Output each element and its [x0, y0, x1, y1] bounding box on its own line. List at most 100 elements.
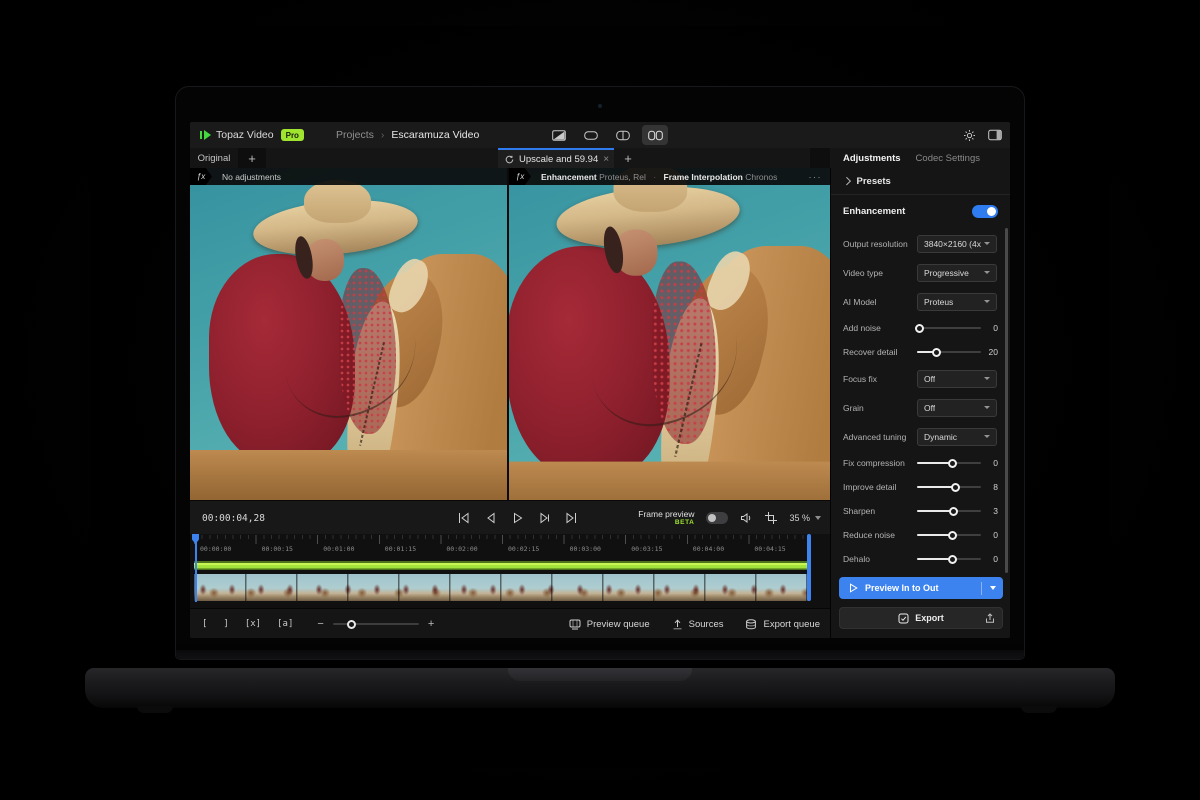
enhancement-toggle[interactable] — [972, 205, 998, 218]
grain-select[interactable]: Off — [917, 399, 997, 417]
slider-value: 3 — [993, 506, 998, 516]
export-queue-button[interactable]: Export queue — [745, 619, 820, 630]
recover-detail-slider[interactable] — [917, 351, 981, 353]
set-out-point-button[interactable]: ] — [223, 619, 228, 629]
improve-detail-slider[interactable] — [917, 486, 981, 488]
new-tab-button[interactable]: + — [242, 148, 262, 168]
frame-interp-tag-value: Chronos — [745, 172, 777, 182]
sources-button[interactable]: Sources — [672, 619, 724, 630]
timeline-zoom-slider[interactable] — [333, 623, 419, 625]
frame-forward-icon[interactable] — [537, 512, 551, 525]
tab-original[interactable]: Original — [190, 148, 238, 168]
more-options-icon[interactable]: ··· — [809, 172, 823, 182]
settings-gear-icon[interactable] — [963, 129, 976, 142]
dehalo-slider[interactable] — [917, 558, 981, 560]
slider-thumb[interactable] — [951, 483, 960, 492]
horse-chest-shape — [509, 462, 830, 500]
row-reduce-noise: Reduce noise0 — [831, 523, 1010, 547]
tab-adjustments[interactable]: Adjustments — [843, 153, 901, 164]
skip-to-end-icon[interactable] — [564, 512, 578, 525]
crop-icon[interactable] — [765, 512, 777, 524]
pro-badge: Pro — [281, 129, 304, 141]
set-in-point-button[interactable]: [ — [202, 619, 207, 629]
side-by-side-view-icon[interactable] — [642, 125, 668, 145]
share-up-icon[interactable] — [985, 613, 995, 624]
timeline[interactable]: 00:00:0000:00:1500:01:0000:01:1500:02:00… — [190, 534, 830, 608]
export-button[interactable]: Export — [839, 607, 1003, 629]
skip-to-start-icon[interactable] — [456, 512, 470, 525]
transport-right-cluster: Frame preview BETA 35 % — [638, 510, 821, 527]
preview-queue-button[interactable]: Preview queue — [569, 619, 650, 630]
filmstrip-thumbnails[interactable] — [194, 574, 810, 601]
label-dehalo: Dehalo — [843, 554, 917, 564]
label-reduce-noise: Reduce noise — [843, 530, 917, 540]
slider-thumb[interactable] — [948, 531, 957, 540]
select-value: 3840×2160 (4x ... — [924, 239, 982, 249]
frame-preview-toggle[interactable] — [706, 512, 728, 524]
zoom-level-dropdown[interactable]: 35 % — [789, 513, 821, 523]
preview-ready-bar — [194, 561, 810, 570]
queue-buttons: Preview queue Sources Expo — [569, 619, 820, 630]
slider-thumb[interactable] — [948, 555, 957, 564]
output-resolution-select[interactable]: 3840×2160 (4x ... — [917, 235, 997, 253]
play-icon[interactable] — [510, 512, 524, 525]
tick-label: 00:04:15 — [754, 545, 785, 553]
slider-thumb[interactable] — [915, 324, 924, 333]
desktop-background: Topaz Video Pro Projects › Escaramuza Vi… — [0, 0, 1200, 800]
breadcrumb: Projects › Escaramuza Video — [336, 129, 479, 141]
zoom-out-icon[interactable]: − — [317, 619, 323, 630]
add-noise-slider[interactable] — [917, 327, 981, 329]
row-output-resolution: Output resolution3840×2160 (4x ... — [831, 229, 1010, 258]
enhancement-tag-value: Proteus, Rel — [599, 172, 646, 182]
ai-model-select[interactable]: Proteus — [917, 293, 997, 311]
chevron-down-icon[interactable] — [982, 586, 1003, 590]
toggle-side-panel-icon[interactable] — [988, 129, 1002, 141]
video-pane-processed[interactable]: ƒx Enhancement Proteus, Rel · Frame Inte… — [509, 168, 830, 500]
label-fix-compression: Fix compression — [843, 458, 917, 468]
laptop-screen: Topaz Video Pro Projects › Escaramuza Vi… — [190, 122, 1010, 638]
preview-in-to-out-button[interactable]: Preview In to Out — [839, 577, 1003, 599]
speaker-icon[interactable] — [740, 512, 753, 524]
close-tab-icon[interactable]: × — [603, 154, 609, 165]
zoom-in-icon[interactable]: + — [428, 619, 434, 630]
clear-in-out-button[interactable]: [x] — [245, 619, 261, 629]
breadcrumb-projects[interactable]: Projects — [336, 129, 374, 141]
slider-thumb[interactable] — [347, 620, 356, 629]
slider-fill — [917, 462, 952, 464]
advanced-tuning-select[interactable]: Dynamic — [917, 428, 997, 446]
reduce-noise-slider[interactable] — [917, 534, 981, 536]
out-point-handle[interactable] — [807, 534, 811, 601]
tick-label: 00:03:00 — [570, 545, 601, 553]
video-pane-original[interactable]: ƒx No adjustments — [190, 168, 509, 500]
slider-value: 0 — [993, 458, 998, 468]
row-dehalo: Dehalo0 — [831, 547, 1010, 571]
slider-thumb[interactable] — [932, 348, 941, 357]
slider-value: 20 — [989, 347, 998, 357]
label-advanced-tuning: Advanced tuning — [843, 432, 917, 442]
split-slider-view-icon[interactable] — [610, 125, 636, 145]
zoom-to-selection-button[interactable]: [a] — [277, 619, 293, 629]
sharpen-slider[interactable] — [917, 510, 981, 512]
playback-controls — [456, 512, 578, 525]
tab-codec-settings[interactable]: Codec Settings — [916, 153, 980, 164]
slider-thumb[interactable] — [949, 507, 958, 516]
app-logo[interactable]: Topaz Video Pro — [190, 129, 304, 141]
tab-upscale-active[interactable]: Upscale and 59.94 × — [498, 148, 614, 168]
chevron-down-icon — [984, 271, 990, 274]
slider-fill — [917, 534, 952, 536]
frame-preview-label: Frame preview — [638, 510, 694, 519]
slider-thumb[interactable] — [948, 459, 957, 468]
playhead-line — [195, 542, 197, 602]
diagonal-split-view-icon[interactable] — [546, 125, 572, 145]
video-frame-illustration — [190, 168, 507, 500]
presets-row[interactable]: Presets — [831, 168, 1010, 195]
video-type-select[interactable]: Progressive — [917, 264, 997, 282]
focus-fix-select[interactable]: Off — [917, 370, 997, 388]
fix-compression-slider[interactable] — [917, 462, 981, 464]
timeline-ruler[interactable]: 00:00:0000:00:1500:01:0000:01:1500:02:00… — [194, 535, 810, 557]
panel-scrollbar[interactable] — [1005, 228, 1008, 573]
single-view-icon[interactable] — [578, 125, 604, 145]
original-pane-header: ƒx No adjustments — [190, 168, 507, 185]
frame-back-icon[interactable] — [483, 512, 497, 525]
new-tab-button-2[interactable]: + — [618, 148, 638, 168]
